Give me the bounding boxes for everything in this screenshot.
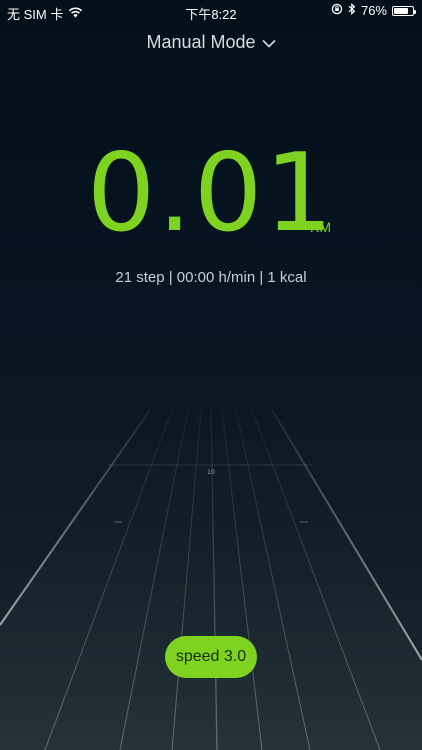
status-bar: 无 SIM 卡 下午8:22 76%: [0, 0, 422, 22]
treadmill-track: 10: [0, 410, 422, 750]
mode-selector[interactable]: Manual Mode: [0, 32, 422, 53]
stats-line: 21 step | 00:00 h/min | 1 kcal: [115, 269, 307, 286]
mode-label: Manual Mode: [146, 32, 256, 52]
track-surface: [0, 410, 422, 750]
distance-unit: KM: [310, 219, 331, 235]
distance-display: 0.01: [0, 140, 422, 248]
track-distance-marker: 10: [207, 469, 215, 476]
battery-fill: [394, 7, 408, 14]
rotation-lock-icon: [331, 3, 343, 18]
speed-label: speed 3.0: [175, 648, 247, 665]
status-right: 76%: [331, 3, 416, 18]
bluetooth-icon: [348, 3, 356, 18]
speed-button[interactable]: speed 3.0: [165, 636, 257, 678]
battery-tip: [414, 9, 416, 14]
distance-value: 0.01: [86, 131, 336, 256]
treadmill-screen: 无 SIM 卡 下午8:22 76% Manual Mode 0.01 KM 2…: [0, 0, 422, 750]
chevron-down-icon: [261, 32, 276, 53]
battery-percent: 76%: [360, 3, 387, 18]
battery-icon: [392, 5, 416, 16]
